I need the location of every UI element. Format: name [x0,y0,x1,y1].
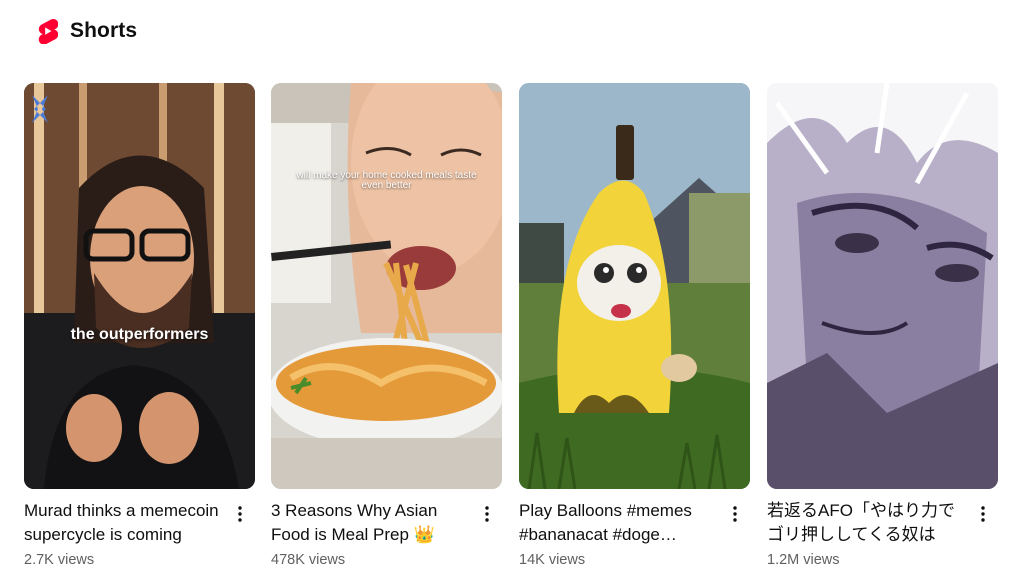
short-title[interactable]: 若返るAFO「やはり力でゴリ押ししてくる奴は [767,499,964,547]
more-vertical-icon [485,506,489,522]
more-vertical-icon [981,506,985,522]
section-title: Shorts [70,19,138,42]
short-card[interactable]: will make your home cooked meals taste e… [271,83,502,568]
more-vertical-icon [733,506,737,522]
short-card[interactable]: Play Balloons #memes #bananacat #doge #s… [519,83,750,568]
thumbnail-image [519,83,750,489]
thumbnail-image [767,83,998,489]
short-card[interactable]: the outperformers Murad thinks a memecoi… [24,83,255,568]
shorts-header: Shorts [36,18,137,44]
overlay-caption: the outperformers [70,326,209,343]
short-title[interactable]: Play Balloons #memes #bananacat #doge #s… [519,499,716,547]
more-vertical-icon [238,506,242,522]
short-thumbnail[interactable] [767,83,998,489]
short-thumbnail[interactable]: the outperformers [24,83,255,489]
view-count: 2.7K views [24,552,95,568]
thumbnail-image [24,83,255,489]
more-actions-button[interactable] [720,499,750,529]
overlay-caption: will make your home cooked meals taste e… [296,170,477,191]
short-thumbnail[interactable] [519,83,750,489]
more-actions-button[interactable] [968,499,998,529]
more-actions-button[interactable] [472,499,502,529]
thumbnail-image [271,83,502,489]
youtube-shorts-icon [38,18,58,44]
short-thumbnail[interactable]: will make your home cooked meals taste e… [271,83,502,489]
view-count: 1.2M views [767,552,840,568]
short-title[interactable]: 3 Reasons Why Asian Food is Meal Prep 👑 [271,499,468,547]
short-title[interactable]: Murad thinks a memecoin supercycle is co… [24,499,221,547]
short-card[interactable]: 若返るAFO「やはり力でゴリ押ししてくる奴は 1.2M views [767,83,998,568]
more-actions-button[interactable] [225,499,255,529]
view-count: 14K views [519,552,586,568]
view-count: 478K views [271,552,346,568]
